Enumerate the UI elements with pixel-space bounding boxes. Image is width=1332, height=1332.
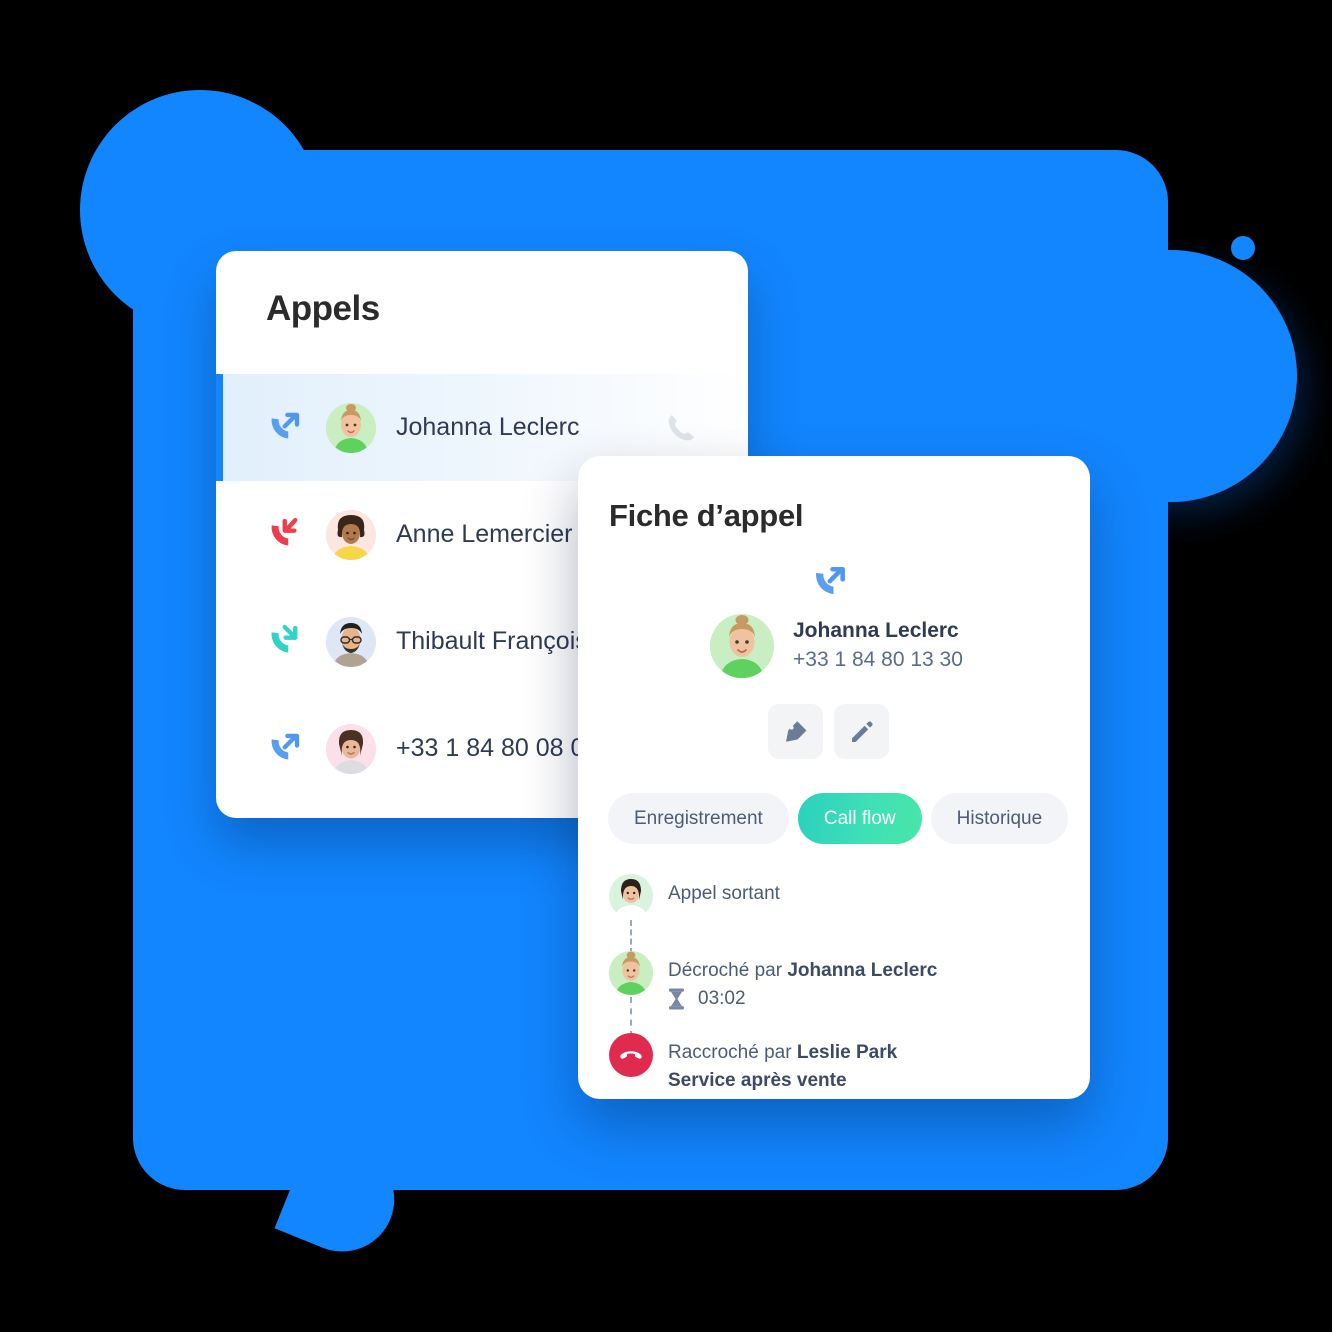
tab-historique[interactable]: Historique [930, 793, 1069, 844]
timeline-step-text: Décroché par Johanna Leclerc [668, 957, 937, 985]
timeline-step-prefix: Appel sortant [668, 883, 780, 904]
contact-name: Johanna Leclerc [793, 619, 959, 643]
outgoing-call-icon [271, 412, 300, 438]
contact-phone: +33 1 84 80 13 30 [793, 648, 963, 672]
tab-call-flow[interactable]: Call flow [797, 793, 922, 844]
call-row-label: Anne Lemercier [396, 520, 573, 548]
call-row-label: +33 1 84 80 08 00 [396, 734, 599, 762]
decorative-dot [1231, 236, 1255, 260]
timeline-duration: 03:02 [668, 988, 937, 1010]
call-detail-title: Fiche d’appel [609, 498, 804, 533]
timeline-step-strong: Johanna Leclerc [787, 960, 938, 981]
timeline-marker [609, 874, 653, 918]
call-row-label: Thibault François [396, 627, 588, 655]
timeline-step: Appel sortant [609, 874, 1070, 954]
avatar-johanna [609, 951, 653, 995]
timeline-marker [609, 951, 653, 995]
phone-icon[interactable] [662, 410, 698, 446]
outgoing-call-icon [815, 566, 845, 594]
timeline-connector [630, 920, 632, 954]
avatar-johanna [710, 614, 774, 678]
call-detail-tabs: Enregistrement Call flow Historique [608, 793, 1069, 844]
timeline-marker [609, 1033, 653, 1077]
hangup-icon [609, 1033, 653, 1077]
timeline-step-text: Appel sortant [668, 880, 780, 908]
timeline-step-prefix: Raccroché par [668, 1042, 797, 1063]
incoming-call-icon [271, 624, 298, 652]
timeline-step: Décroché par Johanna Leclerc 03:02 [609, 951, 1070, 1037]
timeline-duration-value: 03:02 [698, 987, 746, 1009]
timeline-connector [630, 997, 632, 1037]
call-detail-card: Fiche d’appel Johanna Leclerc +33 1 84 8… [578, 456, 1090, 1099]
avatar-thibault [326, 616, 376, 667]
timeline-step-text: Raccroché par Leslie Park [668, 1039, 897, 1067]
timeline-step: Raccroché par Leslie Park Service après … [609, 1033, 1070, 1094]
pencil-icon [851, 720, 873, 742]
outgoing-call-icon [271, 733, 300, 759]
timeline-step-secondary: Service après vente [668, 1069, 847, 1091]
tag-icon [785, 720, 806, 742]
call-detail-contact: Johanna Leclerc +33 1 84 80 13 30 [710, 614, 963, 678]
avatar-agent [609, 874, 653, 918]
tag-button[interactable] [768, 704, 823, 759]
hourglass-icon [669, 988, 684, 1010]
call-detail-actions [768, 704, 889, 759]
tab-enregistrement[interactable]: Enregistrement [608, 793, 789, 844]
call-row-label: Johanna Leclerc [396, 413, 580, 441]
call-flow-timeline: Appel sortant Décroché par Johanna Lecle… [609, 874, 1070, 1094]
avatar-unknown [326, 723, 376, 774]
avatar-johanna [326, 402, 376, 453]
edit-button[interactable] [834, 704, 889, 759]
avatar-anne [326, 509, 376, 560]
calls-card-title: Appels [266, 289, 380, 328]
timeline-step-prefix: Décroché par [668, 960, 788, 981]
screenshot-stage: Appels Johanna Leclerc Anne Lemercier Th… [0, 0, 1332, 1332]
missed-call-icon [271, 517, 298, 545]
timeline-step-strong: Leslie Park [796, 1042, 898, 1063]
